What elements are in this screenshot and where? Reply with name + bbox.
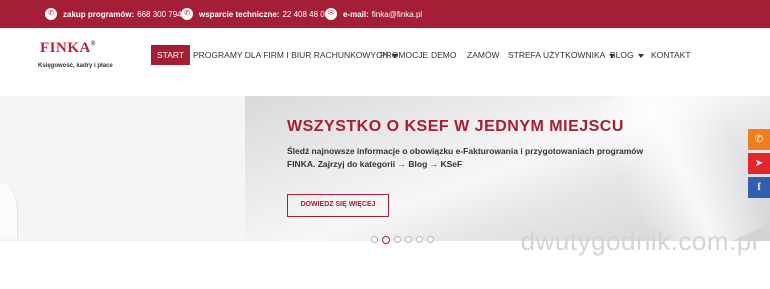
mail-icon: ✉ — [325, 8, 337, 20]
logo[interactable]: FINKA® Księgowość, kadry i płace — [38, 39, 113, 69]
top-contact-bar: ✆ zakup programów: 668 300 794 ✆ wsparci… — [0, 0, 770, 28]
hero-title: WSZYSTKO O KSEF W JEDNYM MIEJSCU — [287, 118, 624, 135]
logo-wordmark: FINKA — [40, 40, 91, 56]
nav-demo[interactable]: DEMO — [431, 45, 457, 65]
nav-start[interactable]: START — [151, 45, 191, 65]
nav-programs[interactable]: PROGRAMY DLA FIRM I BIUR RACHUNKOWYCH — [193, 45, 399, 65]
facebook-icon[interactable]: f — [748, 177, 770, 198]
phone-icon: ✆ — [181, 8, 193, 20]
hero-slider: WSZYSTKO O KSEF W JEDNYM MIEJSCU Śledź n… — [0, 96, 770, 241]
chevron-down-icon — [637, 53, 644, 58]
nav-promotions[interactable]: PROMOCJE — [380, 45, 428, 65]
tag-icon[interactable]: ➤ — [748, 153, 770, 174]
nav-contact[interactable]: KONTAKT — [651, 45, 691, 65]
nav-blog[interactable]: BLOG — [610, 45, 644, 65]
person-image-fragment — [0, 184, 18, 239]
phone-icon: ✆ — [45, 8, 57, 20]
hero-left-panel — [0, 96, 245, 241]
contact-sales[interactable]: ✆ zakup programów: 668 300 794 — [45, 0, 182, 28]
slider-dot[interactable] — [394, 236, 401, 243]
slider-dot[interactable] — [427, 236, 434, 243]
learn-more-button[interactable]: DOWIEDZ SIĘ WIĘCEJ — [287, 194, 389, 217]
logo-tagline: Księgowość, kadry i płace — [38, 63, 113, 69]
slider-dot[interactable] — [371, 236, 378, 243]
slider-dots — [371, 236, 434, 244]
contact-email[interactable]: ✉ e-mail: finka@finka.pl — [325, 0, 422, 28]
nav-user-zone[interactable]: STREFA UŻYTKOWNIKA — [508, 45, 616, 65]
slider-dot[interactable] — [416, 236, 423, 243]
watermark: dwutygodnik.com.pl — [520, 226, 758, 256]
nav-order[interactable]: ZAMÓW — [467, 45, 500, 65]
phone-icon[interactable]: ✆ — [748, 129, 770, 150]
slider-dot[interactable] — [405, 236, 412, 243]
contact-support[interactable]: ✆ wsparcie techniczne: 22 408 48 00 — [181, 0, 329, 28]
hero-description: Śledź najnowsze informacje o obowiązku e… — [287, 146, 644, 169]
slider-dot-active[interactable] — [382, 236, 390, 244]
hero-slide: WSZYSTKO O KSEF W JEDNYM MIEJSCU Śledź n… — [245, 96, 770, 241]
